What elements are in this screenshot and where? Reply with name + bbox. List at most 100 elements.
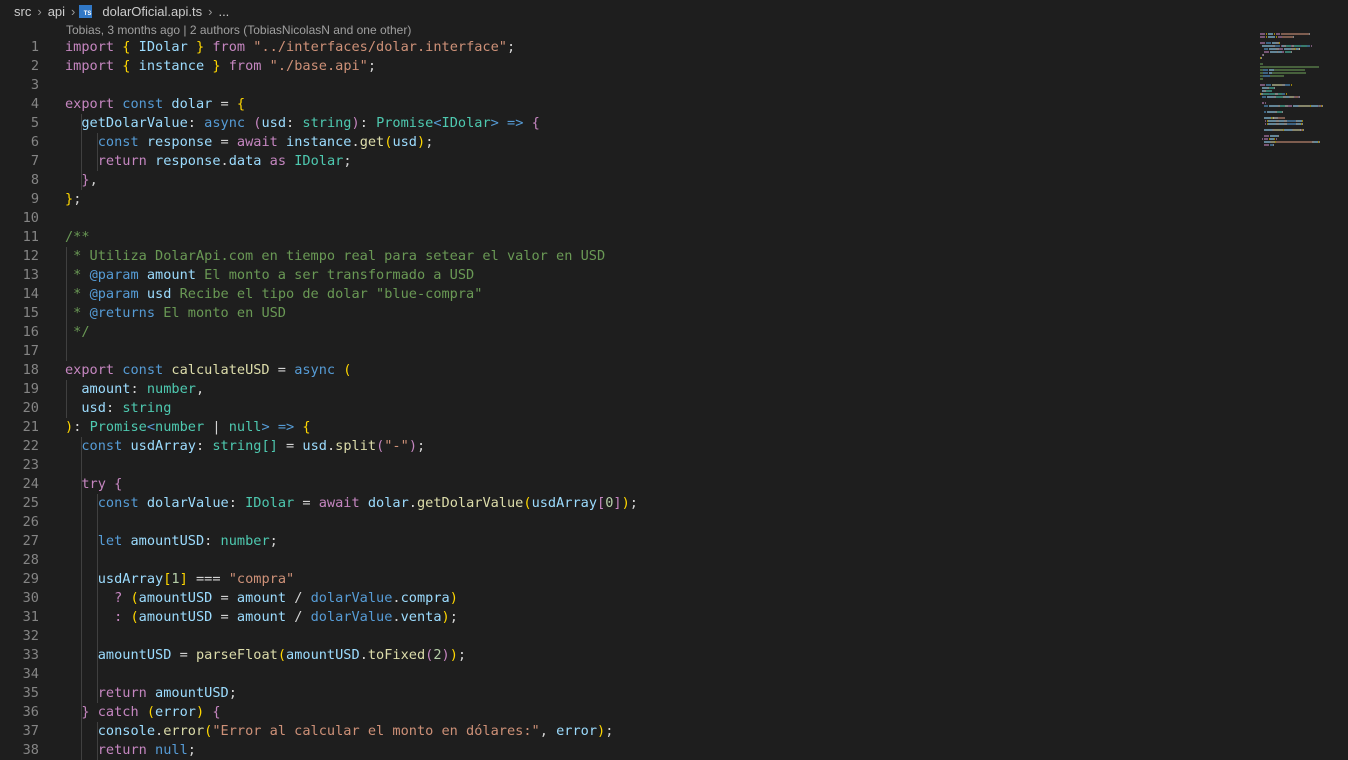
code-line[interactable]: 37 console.error("Error al calcular el m… xyxy=(0,722,1250,741)
code-token: > xyxy=(261,419,270,435)
code-token: return xyxy=(97,153,147,169)
code-token: string xyxy=(212,438,262,454)
code-line[interactable]: 5 getDolarValue: async (usd: string): Pr… xyxy=(0,114,1250,133)
code-token: response xyxy=(155,153,221,169)
code-token: response xyxy=(146,134,213,150)
line-number: 1 xyxy=(30,39,39,55)
git-blame-annotation[interactable]: Tobias, 3 months ago | 2 authors (Tobias… xyxy=(66,22,411,39)
code-token: ; xyxy=(417,438,426,454)
minimap-line xyxy=(1260,59,1340,74)
code-line[interactable]: 15 * @returns El monto en USD xyxy=(0,304,1250,323)
code-line[interactable]: 32 xyxy=(0,627,1250,646)
code-token: : xyxy=(286,115,303,131)
minimap-line xyxy=(1260,56,1340,71)
code-line[interactable]: 25 const dolarValue: IDolar = await dola… xyxy=(0,494,1250,513)
code-line[interactable]: 11 /** xyxy=(0,228,1250,247)
code-token: ; xyxy=(605,723,614,739)
code-token: getDolarValue xyxy=(416,495,524,511)
line-number: 2 xyxy=(30,58,39,74)
code-line[interactable]: 34 xyxy=(0,665,1250,684)
breadcrumb-more[interactable]: ... xyxy=(216,4,231,19)
code-token: * xyxy=(65,286,90,302)
code-line[interactable]: 35 return amountUSD; xyxy=(0,684,1250,703)
breadcrumb-segment-api[interactable]: api xyxy=(46,4,67,19)
minimap-line xyxy=(1260,101,1340,103)
code-line[interactable]: 7 return response.data as IDolar; xyxy=(0,152,1250,171)
code-line[interactable]: 28 xyxy=(0,551,1250,570)
code-line[interactable]: 13 * @param amount El monto a ser transf… xyxy=(0,266,1250,285)
code-line[interactable]: 30 ? (amountUSD = amount / dolarValue.co… xyxy=(0,589,1250,608)
code-line[interactable]: 16 */ xyxy=(0,323,1250,342)
code-line[interactable]: 24 try { xyxy=(0,475,1250,494)
code-line[interactable]: 21): Promise<number | null> => { xyxy=(0,418,1250,437)
code-line[interactable]: 6 const response = await instance.get(us… xyxy=(0,133,1250,152)
code-text: return null; xyxy=(65,741,196,760)
code-line[interactable]: 38 return null; xyxy=(0,741,1250,760)
minimap-segment xyxy=(1298,96,1300,98)
code-line[interactable]: 8 }, xyxy=(0,171,1250,190)
code-line[interactable]: 18 export const calculateUSD = async ( xyxy=(0,361,1250,380)
code-line[interactable]: 26 xyxy=(0,513,1250,532)
code-line[interactable]: 36 } catch (error) { xyxy=(0,703,1250,722)
code-line[interactable]: 33 amountUSD = parseFloat(amountUSD.toFi… xyxy=(0,646,1250,665)
line-number: 34 xyxy=(22,666,39,682)
minimap-line xyxy=(1260,38,1340,53)
code-token: IDolar xyxy=(294,153,344,169)
code-line[interactable]: 23 xyxy=(0,456,1250,475)
breadcrumb-file-name[interactable]: dolarOficial.api.ts xyxy=(100,4,204,19)
code-token: , xyxy=(89,172,98,188)
code-token: number xyxy=(155,419,205,435)
code-line[interactable]: 3 xyxy=(0,76,1250,95)
code-line[interactable]: 17 xyxy=(0,342,1250,361)
code-text: const response = await instance.get(usd)… xyxy=(65,133,434,152)
minimap-segment xyxy=(1282,111,1284,113)
minimap-segment xyxy=(1271,72,1306,74)
code-token: await xyxy=(236,134,278,150)
minimap-segment xyxy=(1268,36,1276,38)
code-token: number xyxy=(220,533,270,549)
code-line[interactable]: 10 xyxy=(0,209,1250,228)
code-line[interactable]: 2 import { instance } from "./base.api"; xyxy=(0,57,1250,76)
minimap-segment xyxy=(1266,90,1272,92)
code-line[interactable]: 20 usd: string xyxy=(0,399,1250,418)
minimap-segment xyxy=(1302,123,1304,125)
code-token: . xyxy=(408,495,417,511)
code-line[interactable]: 27 let amountUSD: number; xyxy=(0,532,1250,551)
code-token: "compra" xyxy=(228,571,295,587)
minimap-segment xyxy=(1284,48,1292,50)
code-token: "-" xyxy=(384,438,409,454)
minimap-line xyxy=(1260,125,1340,140)
line-number: 27 xyxy=(22,533,39,549)
line-number: 18 xyxy=(22,362,39,378)
code-line[interactable]: 22 const usdArray: string[] = usd.split(… xyxy=(0,437,1250,456)
code-line[interactable]: 12 * Utiliza DolarApi.com en tiempo real… xyxy=(0,247,1250,266)
code-token: amount xyxy=(81,381,131,397)
code-line[interactable]: 1 import { IDolar } from "../interfaces/d… xyxy=(0,38,1250,57)
breadcrumb-segment-src[interactable]: src xyxy=(12,4,33,19)
code-line[interactable]: 31 : (amountUSD = amount / dolarValue.ve… xyxy=(0,608,1250,627)
code-token: ; xyxy=(425,134,434,150)
code-token: error xyxy=(556,723,598,739)
code-token: IDolar xyxy=(138,39,188,55)
code-line[interactable]: 19 amount: number, xyxy=(0,380,1250,399)
code-line[interactable]: 14 * @param usd Recibe el tipo de dolar … xyxy=(0,285,1250,304)
code-line[interactable]: 29 usdArray[1] === "compra" xyxy=(0,570,1250,589)
minimap[interactable] xyxy=(1260,20,1340,146)
code-token: ( xyxy=(523,495,532,511)
code-token: = xyxy=(212,96,237,112)
code-line[interactable]: 4 export const dolar = { xyxy=(0,95,1250,114)
code-text: import { IDolar } from "../interfaces/do… xyxy=(65,38,515,57)
code-token: ) xyxy=(408,438,417,454)
minimap-segment xyxy=(1286,93,1287,95)
code-line[interactable]: 9}; xyxy=(0,190,1250,209)
code-text: usdArray[1] === "compra" xyxy=(65,570,294,589)
code-token: dolar xyxy=(171,96,213,112)
code-editor[interactable]: 1 import { IDolar } from "../interfaces/d… xyxy=(0,38,1250,760)
